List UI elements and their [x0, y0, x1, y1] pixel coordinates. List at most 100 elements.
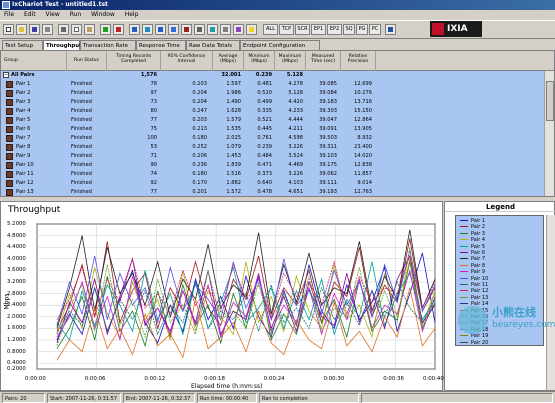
sort-icon[interactable] — [220, 24, 231, 35]
table-row[interactable]: Pair 13 Finished 77 0.201 1.572 0.478 4.651 39.… — [1, 188, 546, 196]
info-icon[interactable] — [385, 24, 396, 35]
save-icon[interactable] — [29, 24, 40, 35]
legend-item[interactable]: Pair 4 — [460, 237, 485, 243]
col-minimum[interactable]: Minimum (Mbps) — [244, 51, 275, 71]
toolbar-scr-button[interactable]: SCR — [295, 24, 310, 35]
pair-time: 39.047 — [319, 117, 337, 123]
col-maximum[interactable]: Maximum (Mbps) — [275, 51, 306, 71]
menu-view[interactable]: View — [42, 10, 64, 20]
print-icon[interactable] — [42, 24, 53, 35]
col-average[interactable]: Average (Mbps) — [213, 51, 244, 71]
tab-response-time[interactable]: Response Time — [136, 40, 186, 50]
legend-item[interactable]: Pair 5 — [460, 244, 485, 250]
pair-icon — [6, 126, 13, 133]
run-icon[interactable] — [100, 24, 111, 35]
legend-scrollbar[interactable] — [546, 215, 555, 390]
table-row[interactable]: Pair 7 Finished 100 0.180 2.025 0.761 4.598 39.… — [1, 134, 546, 143]
legend-item[interactable]: Pair 10 — [460, 276, 488, 282]
legend-item[interactable]: Pair 1 — [460, 218, 485, 224]
scroll-thumb[interactable] — [546, 81, 554, 121]
pair-status: Finished — [71, 171, 92, 177]
legend-item[interactable]: Pair 11 — [460, 282, 488, 288]
col-timing-records[interactable]: Timing Records Completed — [107, 51, 161, 71]
legend-item[interactable]: Pair 8 — [460, 263, 485, 269]
table-row[interactable]: Pair 4 Finished 80 0.247 1.628 0.335 4.233 39.3… — [1, 107, 546, 116]
toolbar-ep2-button[interactable]: EP2 — [327, 24, 342, 35]
tab-throughput[interactable]: Throughput — [43, 40, 82, 50]
toolbar-all-button[interactable]: ALL — [263, 24, 278, 35]
menu-file[interactable]: File — [0, 10, 18, 20]
table-row[interactable]: Pair 2 Finished 97 0.204 1.986 0.520 5.128 39.0… — [1, 89, 546, 98]
table-row[interactable]: Pair 5 Finished 77 0.203 1.579 0.521 4.444 39.0… — [1, 116, 546, 125]
open-icon[interactable] — [16, 24, 27, 35]
pair-ci: 0.203 — [192, 81, 207, 87]
col-confidence-interval[interactable]: 95% Confidence Interval — [161, 51, 213, 71]
edit-icon[interactable] — [168, 24, 179, 35]
legend-item[interactable]: Pair 2 — [460, 224, 485, 230]
toolbar-pg-button[interactable]: PG — [356, 24, 368, 35]
table-row[interactable]: Pair 9 Finished 71 0.206 1.453 0.484 3.524 39.1… — [1, 152, 546, 161]
pair-name: Pair 6 — [16, 126, 31, 132]
legend-item[interactable]: Pair 6 — [460, 250, 485, 256]
pair-ci: 0.213 — [192, 126, 207, 132]
cut-icon[interactable] — [58, 24, 69, 35]
pair-minimum: 0.373 — [257, 171, 272, 177]
pair-precision: 15.150 — [354, 108, 372, 114]
tab-endpoint-configuration[interactable]: Endpoint Configuration — [240, 40, 320, 50]
pair-minimum: 0.239 — [257, 144, 272, 150]
menu-help[interactable]: Help — [121, 10, 143, 20]
table-row[interactable]: Pair 1 Finished 78 0.203 1.597 0.481 4.278 39.0… — [1, 80, 546, 89]
legend-item[interactable]: Pair 7 — [460, 256, 485, 262]
toolbar-tcp-button[interactable]: TCP — [279, 24, 294, 35]
legend-item[interactable]: Pair 3 — [460, 231, 485, 237]
pair-precision: 12.699 — [354, 81, 372, 87]
pair-precision: 13.905 — [354, 126, 372, 132]
stop-icon[interactable] — [113, 24, 124, 35]
bear-logo-icon — [458, 306, 488, 334]
menu-edit[interactable]: Edit — [20, 10, 40, 20]
toolbar-ep1-button[interactable]: EP1 — [311, 24, 326, 35]
table-row[interactable]: Pair 6 Finished 75 0.213 1.535 0.445 4.211 39.0… — [1, 125, 546, 134]
chart-icon[interactable] — [207, 24, 218, 35]
legend-swatch — [460, 258, 468, 260]
menu-window[interactable]: Window — [87, 10, 119, 20]
legend-item[interactable]: Pair 9 — [460, 269, 485, 275]
collapse-icon[interactable]: − — [3, 72, 9, 78]
summary-row[interactable]: − All Pairs 1,576 32.001 0.239 5.128 — [1, 71, 546, 80]
copy-icon[interactable] — [71, 24, 82, 35]
table-row[interactable]: Pair 8 Finished 53 0.252 1.079 0.239 3.226 39.3… — [1, 143, 546, 152]
col-run-status[interactable]: Run Status — [67, 51, 107, 71]
tab-test-setup[interactable]: Test Setup — [2, 40, 43, 50]
pair-icon[interactable] — [129, 24, 140, 35]
col-measured-time[interactable]: Measured Time (sec) — [306, 51, 341, 71]
col-relative-precision[interactable]: Relative Precision — [341, 51, 376, 71]
toolbar-pc-button[interactable]: PC — [369, 24, 381, 35]
legend-item[interactable]: Pair 20 — [460, 340, 488, 346]
tab-raw-data-totals[interactable]: Raw Data Totals — [186, 40, 240, 50]
table-row[interactable]: Pair 11 Finished 74 0.180 1.516 0.373 3.226 39.… — [1, 170, 546, 179]
legend-item[interactable]: Pair 13 — [460, 295, 488, 301]
col-group[interactable]: Group — [1, 51, 67, 71]
table-row[interactable]: Pair 3 Finished 73 0.204 1.490 0.499 4.420 39.1… — [1, 98, 546, 107]
toolbar-sq-button[interactable]: SQ — [343, 24, 355, 35]
legend-label: Pair 20 — [471, 339, 489, 346]
filter-icon[interactable] — [233, 24, 244, 35]
pair-time: 39.103 — [319, 153, 337, 159]
tab-transaction-rate[interactable]: Transaction Rate — [80, 40, 136, 50]
help-icon[interactable] — [246, 24, 257, 35]
pair-precision: 23.400 — [354, 144, 372, 150]
delete-icon[interactable] — [181, 24, 192, 35]
table-row[interactable]: Pair 10 Finished 90 0.236 1.839 0.471 4.469 39.… — [1, 161, 546, 170]
paste-icon[interactable] — [84, 24, 95, 35]
script-icon[interactable] — [194, 24, 205, 35]
menu-run[interactable]: Run — [66, 10, 86, 20]
pair-minimum: 0.481 — [257, 81, 272, 87]
grid-vertical-scrollbar[interactable] — [544, 71, 554, 196]
table-row[interactable]: Pair 12 Finished 92 0.170 1.882 0.640 4.103 39.… — [1, 179, 546, 188]
multicast-icon[interactable] — [142, 24, 153, 35]
pair-icon — [6, 135, 13, 142]
new-icon[interactable] — [3, 24, 14, 35]
app-group-icon[interactable] — [155, 24, 166, 35]
legend-item[interactable]: Pair 12 — [460, 288, 488, 294]
pair-maximum: 5.128 — [288, 90, 303, 96]
